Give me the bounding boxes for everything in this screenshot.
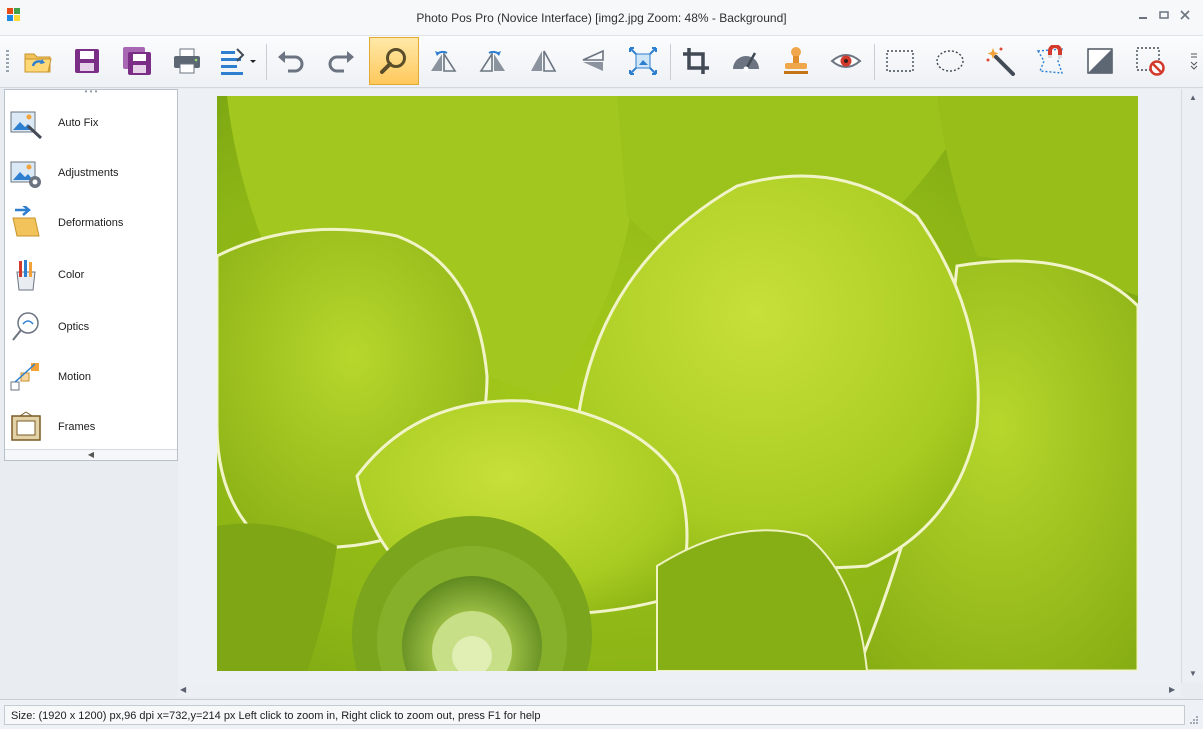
undo-button[interactable] [268,38,314,84]
status-bar: Size: (1920 x 1200) px,96 dpi x=732,y=21… [0,699,1203,729]
toolbar-overflow-icon[interactable] [1189,50,1199,74]
print-button[interactable] [164,38,210,84]
sidebar-item-label: Deformations [58,217,124,229]
stamp-icon [784,47,808,74]
flip-horizontal-button[interactable] [520,38,566,84]
resize-button[interactable] [620,38,666,84]
image-canvas-area[interactable] [178,89,1181,683]
invert-selection-button[interactable] [1077,38,1123,84]
ellipse-select-icon [936,50,964,72]
sidebar-item-adjustments[interactable]: Adjustments [5,150,177,196]
magnet-lasso-icon [1036,45,1064,74]
deformations-icon [12,206,40,237]
rotate-left-button[interactable] [420,38,466,84]
clone-stamp-button[interactable] [773,38,819,84]
sidebar-item-label: Adjustments [58,167,119,179]
red-eye-button[interactable] [823,38,869,84]
close-icon[interactable] [1178,8,1192,22]
crop-button[interactable] [673,38,719,84]
batch-menu-button[interactable] [212,38,262,84]
resize-icon [629,47,657,75]
title-bar: Photo Pos Pro (Novice Interface) [img2.j… [0,0,1203,36]
motion-icon [10,363,39,391]
batch-menu-icon [221,48,256,75]
zoom-tool-button[interactable] [369,37,419,85]
restore-icon[interactable] [1157,8,1171,22]
save-as-button[interactable] [114,38,160,84]
toolbar-separator [670,44,671,80]
sidebar-grip[interactable]: • • • [5,88,177,98]
auto-fix-icon [10,111,43,140]
sidebar-item-label: Frames [58,421,96,433]
magic-wand-button[interactable] [977,38,1023,84]
magnetic-lasso-button[interactable] [1027,38,1073,84]
window-title: Photo Pos Pro (Novice Interface) [img2.j… [416,11,787,25]
main-toolbar [0,36,1203,88]
ellipse-select-button[interactable] [927,38,973,84]
redo-icon [328,51,354,73]
sidebar-item-auto-fix[interactable]: Auto Fix [5,100,177,146]
rotate-right-button[interactable] [470,38,516,84]
scroll-down-icon[interactable]: ▼ [1189,669,1197,678]
effects-sidebar: • • • Auto Fix Adjustments Deformations [4,88,178,461]
open-button[interactable] [15,38,61,84]
deselect-icon [1136,47,1165,76]
toolbar-separator [874,44,875,80]
redo-button[interactable] [318,38,364,84]
flip-horizontal-icon [531,50,557,72]
open-folder-icon [24,53,52,73]
scroll-right-icon[interactable]: ▶ [1169,685,1175,694]
scroll-left-icon[interactable]: ◀ [180,685,186,694]
straighten-icon [733,52,759,72]
rect-select-icon [886,50,914,72]
horizontal-scrollbar[interactable]: ◀ ▶ [178,683,1181,697]
sidebar-item-deformations[interactable]: Deformations [5,200,177,246]
status-panel: Size: (1920 x 1200) px,96 dpi x=732,y=21… [4,705,1185,725]
flip-vertical-icon [582,49,604,71]
rect-select-button[interactable] [877,38,923,84]
undo-icon [278,51,304,73]
minimize-icon[interactable] [1136,8,1150,22]
magic-wand-icon [986,47,1015,76]
flip-vertical-button[interactable] [570,38,616,84]
save-as-icon [123,47,151,75]
sidebar-item-color[interactable]: Color [5,252,177,298]
sidebar-item-label: Color [58,269,85,281]
succulent-photo[interactable] [217,96,1138,671]
rotate-right-icon [479,50,505,72]
optics-icon [12,312,39,341]
adjustments-icon [10,161,41,188]
rotate-left-icon [431,50,457,72]
resize-grip-icon[interactable] [1189,715,1199,725]
save-icon [75,49,99,73]
sidebar-item-label: Optics [58,321,90,333]
sidebar-item-optics[interactable]: Optics [5,304,177,350]
vertical-scrollbar[interactable]: ▲ ▼ [1181,89,1203,683]
color-icon [16,260,36,291]
printer-icon [174,48,200,74]
sidebar-item-motion[interactable]: Motion [5,354,177,400]
toolbar-separator [266,44,267,80]
invert-selection-icon [1087,48,1113,74]
scroll-up-icon[interactable]: ▲ [1189,93,1197,102]
sidebar-collapse-button[interactable]: ◀ [5,449,177,460]
sidebar-item-label: Motion [58,371,92,383]
magnifier-icon [380,48,406,74]
toolbar-grip[interactable] [6,50,9,74]
status-text: Size: (1920 x 1200) px,96 dpi x=732,y=21… [11,710,541,722]
save-button[interactable] [64,38,110,84]
image-canvas[interactable] [217,96,1138,671]
frames-icon [11,411,41,441]
eye-icon [830,54,862,68]
deselect-button[interactable] [1127,38,1173,84]
crop-icon [683,48,709,74]
straighten-button[interactable] [723,38,769,84]
sidebar-item-label: Auto Fix [58,117,99,129]
sidebar-item-frames[interactable]: Frames [5,404,177,450]
